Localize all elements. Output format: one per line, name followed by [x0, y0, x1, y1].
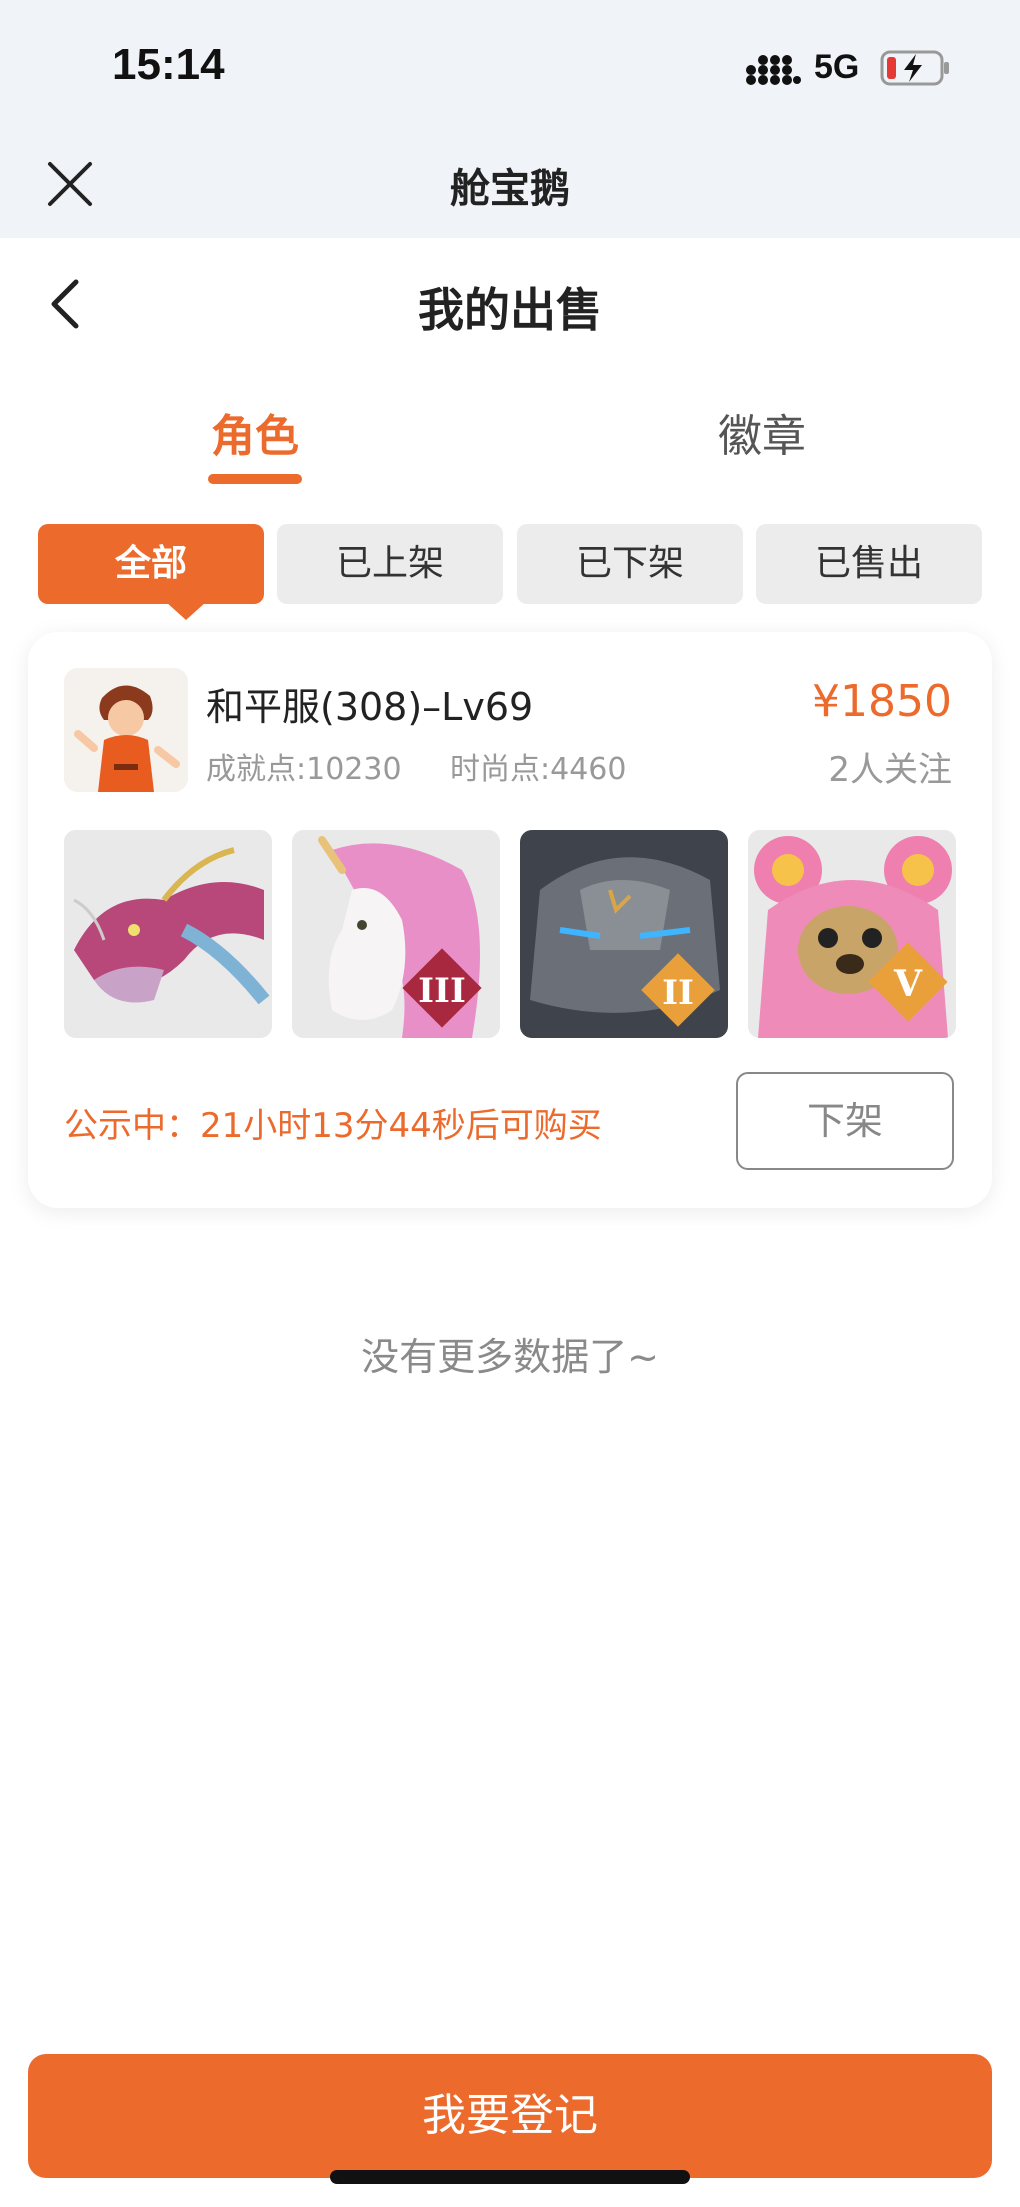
status-bar: 15:14 5G	[0, 0, 1020, 130]
achievement-points: 成就点:10230	[206, 752, 402, 787]
filter-sold[interactable]: 已售出	[756, 524, 982, 604]
price: ¥1850	[812, 676, 952, 727]
app-title: 舱宝鹅	[450, 166, 570, 212]
svg-text:III: III	[418, 971, 466, 1011]
no-more-data-text: 没有更多数据了~	[361, 1335, 659, 1379]
page-title: 我的出售	[418, 283, 602, 337]
svg-text:II: II	[662, 973, 694, 1013]
page-header: 我的出售	[0, 238, 1020, 368]
character-avatar	[64, 668, 188, 792]
tab-badge[interactable]: 徽章	[612, 400, 912, 464]
network-label: 5G	[814, 48, 860, 86]
publicity-notice: 公示中：21小时13分44秒后可购买	[64, 1106, 602, 1146]
filter-bar: 全部 已上架 已下架 已售出	[38, 524, 982, 620]
tab-bar: 角色 徽章	[0, 380, 1020, 490]
app-bar: 舱宝鹅	[0, 130, 1020, 238]
svg-text:V: V	[893, 963, 923, 1005]
character-name: 和平服(308)–Lv69	[206, 685, 534, 729]
item-golem-image[interactable]: II	[520, 830, 728, 1038]
filter-all[interactable]: 全部	[38, 524, 264, 604]
tab-indicator	[208, 474, 302, 484]
follower-count: 2人关注	[828, 750, 952, 790]
status-time: 15:14	[112, 40, 225, 89]
signal-icon	[746, 55, 801, 85]
item-gallery: III II V	[64, 830, 956, 1038]
register-button[interactable]: 我要登记	[28, 2054, 992, 2178]
delist-button[interactable]: 下架	[736, 1072, 954, 1170]
battery-charging-icon	[880, 50, 949, 86]
filter-pointer	[166, 602, 206, 620]
home-indicator	[330, 2170, 690, 2184]
item-bear-image[interactable]: V	[748, 830, 956, 1038]
tab-character[interactable]: 角色	[105, 400, 405, 464]
filter-listed[interactable]: 已上架	[277, 524, 503, 604]
fashion-points: 时尚点:4460	[450, 752, 627, 787]
item-unicorn-image[interactable]: III	[292, 830, 500, 1038]
listing-card[interactable]: 和平服(308)–Lv69 成就点:10230 时尚点:4460 ¥1850 2…	[28, 632, 992, 1208]
item-dragon-image[interactable]	[64, 830, 272, 1038]
filter-delisted[interactable]: 已下架	[517, 524, 743, 604]
